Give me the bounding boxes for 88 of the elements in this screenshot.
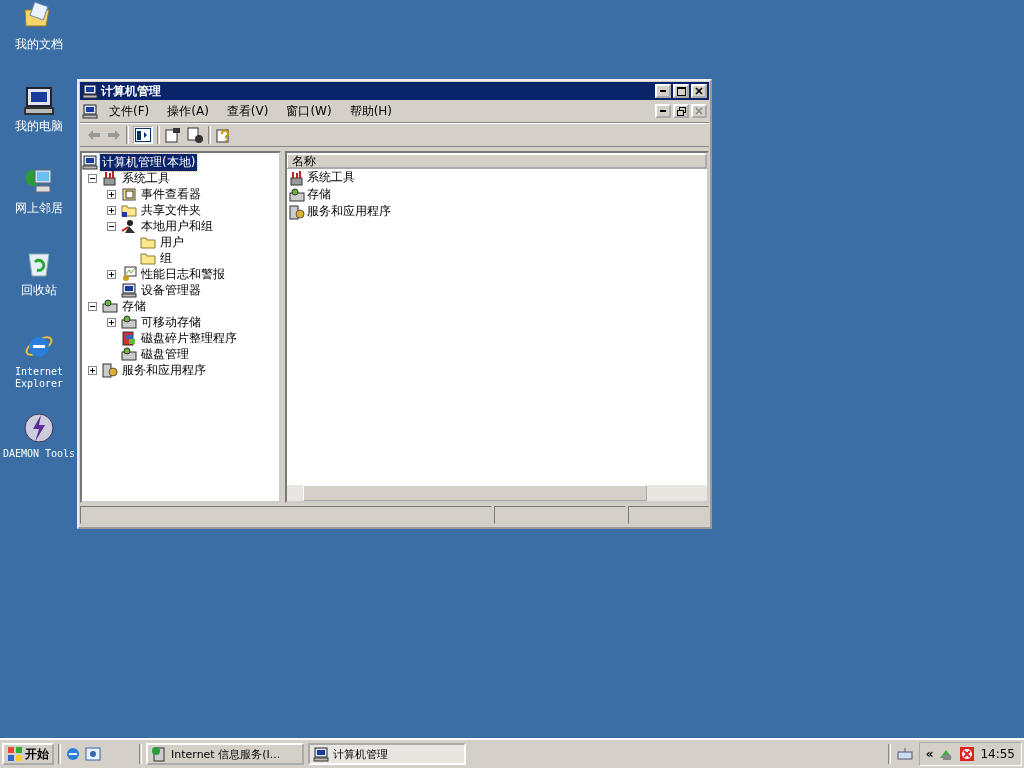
- column-header[interactable]: 名称: [287, 153, 707, 169]
- desktop-icon: [85, 746, 101, 762]
- menu-item[interactable]: 窗口(W): [279, 100, 339, 122]
- close-icon: [695, 107, 703, 115]
- clock[interactable]: 14:55: [980, 747, 1015, 761]
- event-log-icon: [121, 186, 137, 202]
- shared-folder-icon: [121, 202, 137, 218]
- maximize-button[interactable]: [673, 84, 689, 98]
- desktop-icon-label[interactable]: 我的文档: [15, 38, 63, 50]
- disk-drive-icon: [121, 346, 137, 362]
- list-item[interactable]: 服务和应用程序: [307, 203, 391, 220]
- menu-item[interactable]: 文件(F): [102, 100, 157, 122]
- expand-toggle[interactable]: [88, 365, 97, 375]
- tree-item[interactable]: 用户: [158, 233, 186, 251]
- gear-server-icon: [102, 362, 118, 378]
- folder-icon: [140, 250, 156, 266]
- defrag-icon: [121, 330, 137, 346]
- toolbox-icon: [102, 170, 118, 186]
- users-icon: [121, 218, 137, 234]
- browser-quick-launch[interactable]: [65, 746, 81, 762]
- menu-item[interactable]: 查看(V): [219, 100, 276, 122]
- desktop-icon-label[interactable]: 回收站: [21, 284, 57, 296]
- menu-item[interactable]: 帮助(H): [342, 100, 400, 122]
- desktop-icon-label[interactable]: 我的电脑: [15, 120, 63, 132]
- tree-item[interactable]: 组: [158, 249, 174, 267]
- browser-icon: [65, 746, 81, 762]
- tree-item[interactable]: 磁盘管理: [139, 345, 191, 363]
- expand-toggle[interactable]: [107, 317, 116, 327]
- restore-button[interactable]: [673, 104, 689, 118]
- expand-toggle[interactable]: [107, 205, 116, 215]
- export-list-button[interactable]: [186, 126, 204, 144]
- properties-button[interactable]: [164, 126, 182, 144]
- tree-item[interactable]: 磁盘碎片整理程序: [139, 329, 239, 347]
- collapse-toggle[interactable]: [88, 173, 97, 183]
- chart-icon: [121, 266, 137, 282]
- collapse-toggle[interactable]: [88, 301, 97, 311]
- tree-item[interactable]: 事件查看器: [139, 185, 203, 203]
- gear-server-icon: [289, 203, 305, 220]
- tree-item[interactable]: 共享文件夹: [139, 201, 203, 219]
- computer-icon: [82, 83, 98, 99]
- close-icon: [695, 87, 703, 95]
- folder-icon: [140, 234, 156, 250]
- computer-icon: [23, 84, 55, 116]
- restore-icon: [676, 106, 686, 116]
- computer-icon: [82, 154, 98, 170]
- tree-item[interactable]: 性能日志和警报: [139, 265, 227, 283]
- expand-toggle[interactable]: [107, 189, 116, 199]
- toolbox-icon: [289, 169, 305, 186]
- minimize-icon: [660, 110, 666, 112]
- tree-item[interactable]: 可移动存储: [139, 313, 203, 331]
- start-button[interactable]: 开始: [2, 743, 54, 765]
- expand-toggle[interactable]: [107, 269, 116, 279]
- tree-item[interactable]: 设备管理器: [139, 281, 203, 299]
- desktop-icon-label[interactable]: Internet Explorer: [0, 366, 78, 390]
- computer-icon: [121, 282, 137, 298]
- lightning-disc-icon: [23, 412, 55, 444]
- disk-drive-icon: [289, 186, 305, 203]
- collapse-toggle[interactable]: [107, 221, 116, 231]
- desktop-quick-launch[interactable]: [85, 746, 101, 762]
- keyboard-tray-icon[interactable]: [896, 746, 913, 762]
- windows-flag-icon: [7, 746, 23, 762]
- computer-icon: [313, 746, 329, 762]
- window-title: 计算机管理: [101, 82, 161, 100]
- taskbar-button[interactable]: 计算机管理: [308, 743, 466, 765]
- close-button[interactable]: [691, 84, 707, 98]
- keyboard-icon: [896, 746, 913, 762]
- maximize-icon: [676, 86, 686, 96]
- show-tree-button[interactable]: [133, 126, 153, 144]
- minimize-icon: [660, 90, 666, 92]
- lifebuoy-tray-icon: [959, 746, 976, 762]
- disk-drive-icon: [102, 298, 118, 314]
- tray-expand-button[interactable]: «: [925, 747, 934, 761]
- tree-item[interactable]: 计算机管理(本地): [100, 153, 198, 171]
- tree-item[interactable]: 服务和应用程序: [120, 361, 208, 379]
- menu-item[interactable]: 操作(A): [160, 100, 216, 122]
- desktop-icon-label[interactable]: 网上邻居: [15, 202, 63, 214]
- taskbar-button[interactable]: Internet 信息服务(I...: [146, 743, 304, 765]
- server-globe-icon: [151, 746, 167, 762]
- tree-item[interactable]: 系统工具: [120, 169, 172, 187]
- minimize-button[interactable]: [655, 84, 671, 98]
- minimize-button[interactable]: [655, 104, 671, 118]
- computer-icon: [82, 103, 98, 119]
- disk-drive-icon: [121, 314, 137, 330]
- desktop-icon-label[interactable]: DAEMON Tools: [2, 448, 76, 460]
- list-item[interactable]: 存储: [307, 186, 331, 203]
- tree-item[interactable]: 本地用户和组: [139, 217, 215, 235]
- tree-item[interactable]: 存储: [120, 297, 148, 315]
- list-item[interactable]: 系统工具: [307, 169, 355, 186]
